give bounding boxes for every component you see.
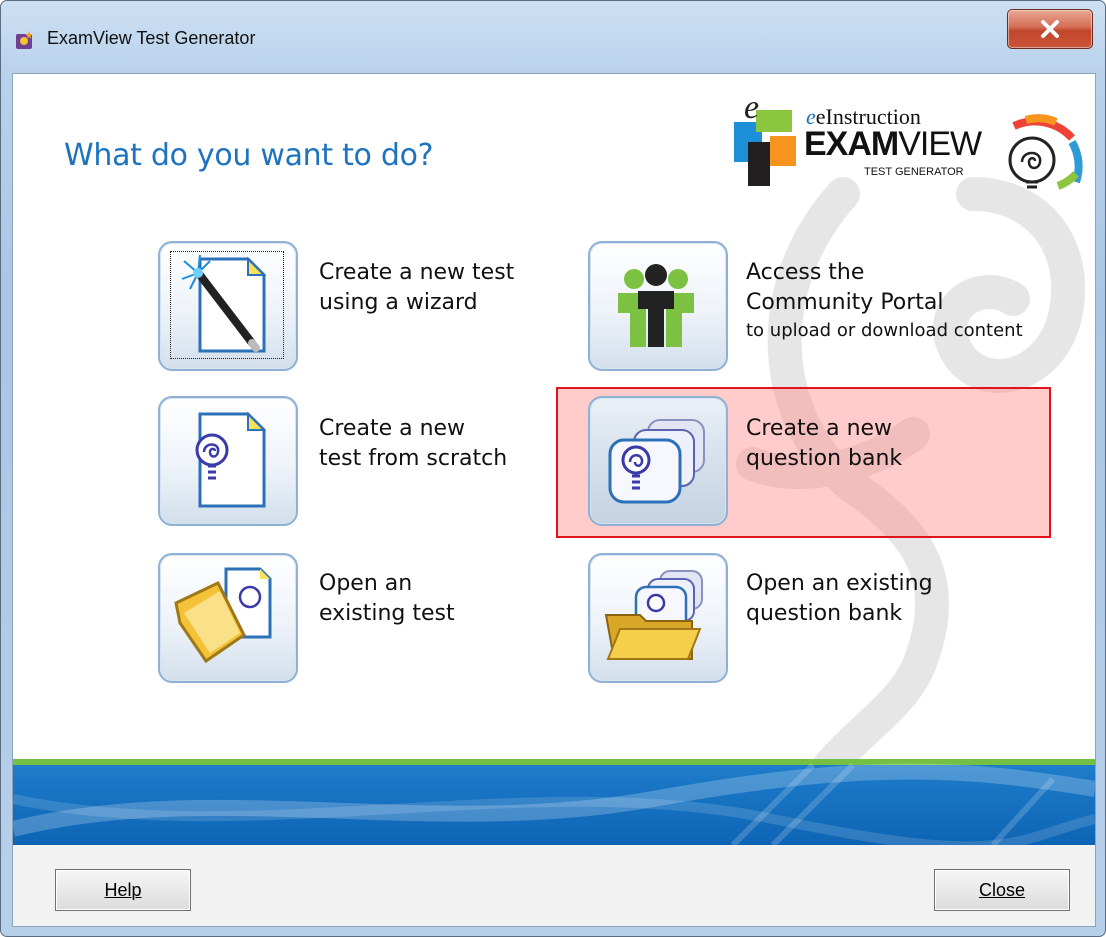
window-close-button[interactable] (1007, 9, 1093, 49)
open-existing-test-label[interactable]: Open an existing test (319, 569, 455, 629)
decorative-band (13, 759, 1095, 845)
create-question-bank-label[interactable]: Create a new question bank (746, 414, 902, 474)
svg-text:e: e (744, 89, 759, 126)
option-label-line: question bank (746, 446, 903, 471)
option-label-line: Community Portal (746, 290, 944, 315)
create-question-bank-button[interactable] (588, 396, 728, 526)
band-swoosh (13, 762, 1095, 845)
option-label-line: Open an existing (746, 571, 933, 596)
folder-document-icon (174, 567, 272, 664)
create-test-wizard-button[interactable] (158, 241, 298, 371)
option-label-line: Create a new (319, 416, 466, 441)
open-question-bank-button[interactable] (588, 553, 728, 683)
logo-view: VIEW (898, 125, 982, 163)
option-label-line: Access the (746, 260, 865, 285)
open-existing-test-button[interactable] (158, 553, 298, 683)
option-label-line: Create a new (746, 416, 893, 441)
lightbulb-document-icon (195, 411, 267, 508)
option-label-line: test from scratch (319, 446, 508, 471)
create-test-scratch-button[interactable] (158, 396, 298, 526)
community-people-icon (618, 264, 694, 347)
close-button-label: Close (978, 879, 1026, 900)
option-label-line: existing test (319, 601, 455, 626)
window-title: ExamView Test Generator (47, 28, 256, 48)
create-test-scratch-label[interactable]: Create a new test from scratch (319, 414, 507, 474)
community-portal-button[interactable] (588, 241, 728, 371)
logo-exam: EXAM (804, 125, 899, 163)
option-label-line: Create a new test (319, 260, 515, 285)
examview-app-icon (16, 31, 33, 49)
folder-question-bank-icon (604, 570, 703, 660)
title-bar[interactable]: ExamView Test Generator (1, 1, 1105, 73)
open-question-bank-label[interactable]: Open an existing question bank (746, 569, 933, 629)
focus-rectangle (170, 251, 284, 359)
create-test-wizard-label[interactable]: Create a new test using a wizard (319, 258, 514, 318)
close-button[interactable]: Close (934, 869, 1070, 911)
option-label-line: Open an (319, 571, 413, 596)
option-sublabel: to upload or download content (746, 320, 1023, 341)
help-button[interactable]: Help (55, 869, 191, 911)
close-icon (1041, 20, 1059, 38)
examview-window: ExamView Test Generator What do you want… (0, 0, 1106, 937)
button-bar: Help Close (13, 845, 1095, 926)
page-heading: What do you want to do? (64, 138, 434, 173)
examview-logo: e eeInstruction EXAMVIEW TEST GENERATOR (726, 82, 1088, 192)
community-portal-label[interactable]: Access the Community Portal to upload or… (746, 258, 1023, 344)
logo-tagline: TEST GENERATOR (864, 166, 964, 178)
option-label-line: using a wizard (319, 290, 478, 315)
option-label-line: question bank (746, 601, 903, 626)
help-button-label: Help (104, 879, 142, 900)
dialog-client-area: What do you want to do? e eeInstruction … (12, 73, 1096, 927)
question-bank-cards-icon (608, 419, 705, 504)
